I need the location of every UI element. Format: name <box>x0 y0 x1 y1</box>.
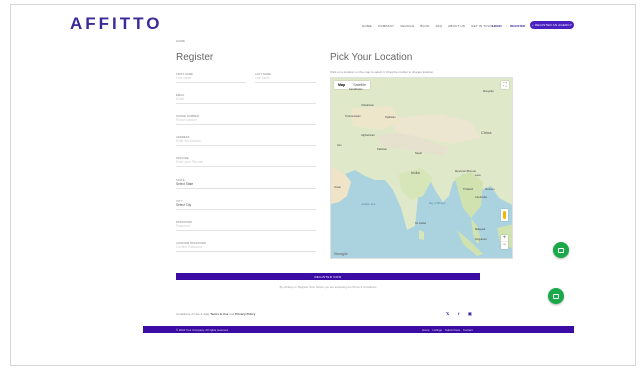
map-label-china: China <box>481 130 492 135</box>
password-input[interactable]: Password <box>176 224 316 229</box>
map-label-pakistan: Pakistan <box>377 148 387 151</box>
chat-icon <box>558 247 564 253</box>
register-agency-label: + REGISTER AN AGENCY <box>531 23 573 27</box>
first-name-field: FIRST NAME First name <box>176 72 246 83</box>
email-input[interactable]: Email <box>176 97 316 102</box>
google-logo: Google <box>334 251 348 256</box>
confirm-password-field: CONFIRM PASSWORD Confirm Password <box>176 241 316 252</box>
terms-link[interactable]: Terms & Use <box>210 312 228 316</box>
map-label-myanmar: Myanmar (Burma) <box>455 170 476 173</box>
map-label-uzbekistan: Uzbekistan <box>361 104 374 107</box>
footer-and: and <box>229 312 235 316</box>
footer-terms-line: Conditions of Use & Sale Terms & Use and… <box>176 312 255 316</box>
pincode-input[interactable]: Enter your Pincode <box>176 160 316 165</box>
facebook-icon[interactable]: f <box>458 311 459 316</box>
nav-company[interactable]: COMPANY <box>378 24 394 28</box>
chat-button[interactable] <box>553 242 569 258</box>
fullscreen-icon[interactable]: ⛶ <box>501 81 509 89</box>
map-label-laos: Laos <box>475 174 481 177</box>
map-label-bay-of-bengal: Bay of Bengal <box>429 202 446 205</box>
city-select[interactable]: Select City <box>176 203 316 208</box>
register-now-label: REGISTER NOW <box>314 274 342 279</box>
map-tab-map[interactable]: Map <box>334 81 349 89</box>
main-nav: HOME COMPANY VEHICLE BLOG FAQ ABOUT US G… <box>362 24 495 28</box>
map-label-iran: Iran <box>337 144 342 147</box>
message-icon <box>553 293 559 299</box>
last-name-field: LAST NAME Last name <box>255 72 316 83</box>
map-label-singapore: Singapore <box>475 238 487 241</box>
privacy-link[interactable]: Privacy Policy <box>235 312 255 316</box>
map-label-kazakhstan: Kazakhstan <box>349 88 363 91</box>
state-select[interactable]: Select State <box>176 182 316 187</box>
last-name-input[interactable]: Last name <box>255 76 316 81</box>
footer-prefix: Conditions of Use & Sale <box>176 312 210 316</box>
map-label-cambodia: Cambodia <box>475 196 487 199</box>
bottom-link-submit[interactable]: Submit Now <box>445 328 460 332</box>
twitter-icon[interactable]: 𝕏 <box>446 311 449 316</box>
city-field: CITY Select City <box>176 199 316 210</box>
phone-input[interactable]: Phone number <box>176 118 316 123</box>
register-title: Register <box>176 52 214 63</box>
map-label-turkmenistan: Turkmenistan <box>345 115 361 118</box>
register-link[interactable]: REGISTER <box>510 24 525 28</box>
map-label-afghanistan: Afghanistan <box>361 134 375 137</box>
map-label-arabian-sea: Arabian Sea <box>361 203 376 206</box>
map-label-tajikistan: Tajikistan <box>385 116 396 119</box>
bottom-links: Home Listings Submit Now Contact <box>422 328 473 332</box>
site-logo[interactable]: AFFITTO <box>70 14 162 34</box>
email-field: EMAIL Email <box>176 93 316 104</box>
pick-location-title: Pick Your Location <box>330 52 413 63</box>
message-button[interactable] <box>548 288 564 304</box>
bottom-link-listings[interactable]: Listings <box>432 328 441 332</box>
password-field: PASSWORD Password <box>176 220 316 231</box>
nav-faq[interactable]: FAQ <box>436 24 443 28</box>
state-field: STATE Select State <box>176 178 316 189</box>
register-now-button[interactable]: REGISTER NOW <box>176 273 480 280</box>
zoom-in-button[interactable]: + <box>501 235 508 242</box>
phone-field: PHONE NUMBER Phone number <box>176 114 316 125</box>
zoom-out-button[interactable]: − <box>501 242 508 249</box>
page-frame <box>10 4 636 366</box>
map-land <box>331 78 512 256</box>
map-label-sri-lanka: Sri Lanka <box>415 222 426 225</box>
map-label-india: India <box>411 170 420 175</box>
register-agency-button[interactable]: + REGISTER AN AGENCY <box>530 21 574 29</box>
map-label-nepal: Nepal <box>415 152 422 155</box>
address-input[interactable]: Enter full address <box>176 139 316 144</box>
location-map[interactable]: Map Satellite ⛶ Mongolia Kazakhstan Uzbe… <box>330 77 513 259</box>
address-field: ADDRESS Enter full address <box>176 135 316 146</box>
login-link[interactable]: LOGIN <box>492 24 502 28</box>
nav-home[interactable]: HOME <box>362 24 372 28</box>
copyright: © 2024 Your Company. All rights reserved… <box>176 328 229 332</box>
pincode-field: PINCODE Enter your Pincode <box>176 156 316 167</box>
bottom-link-home[interactable]: Home <box>422 328 429 332</box>
map-label-oman: Oman <box>334 186 342 189</box>
map-label-mongolia: Mongolia <box>483 90 494 93</box>
map-label-vietnam: Vietnam <box>485 188 495 191</box>
confirm-password-input[interactable]: Confirm Password <box>176 245 316 250</box>
breadcrumb[interactable]: HOME <box>176 39 185 43</box>
first-name-input[interactable]: First name <box>176 76 246 81</box>
email-icon[interactable]: ▣ <box>468 311 472 316</box>
map-label-thailand: Thailand <box>463 188 473 191</box>
terms-note: By clicking on 'Register Now' button you… <box>279 285 377 289</box>
nav-vehicle[interactable]: VEHICLE <box>400 24 414 28</box>
map-label-malaysia: Malaysia <box>475 228 486 231</box>
nav-blog[interactable]: BLOG <box>420 24 429 28</box>
nav-about-us[interactable]: ABOUT US <box>448 24 465 28</box>
street-view-pegman-icon[interactable] <box>501 209 508 221</box>
nav-separator: | <box>506 24 507 28</box>
bottom-link-contact[interactable]: Contact <box>463 328 473 332</box>
pick-location-subtitle: Click on a location on the map to select… <box>330 70 434 74</box>
